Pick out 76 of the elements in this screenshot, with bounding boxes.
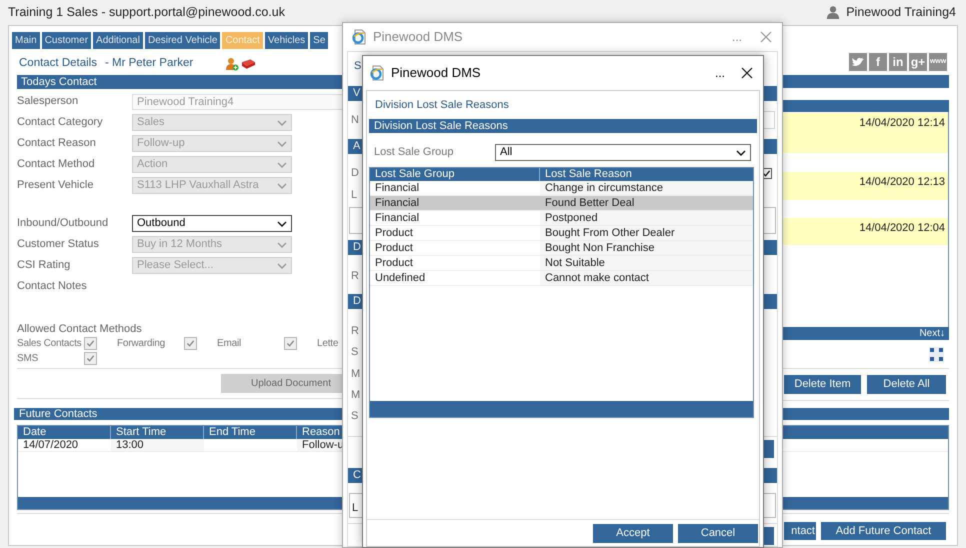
field-label: R	[350, 269, 359, 282]
field-label: Salesperson	[17, 94, 80, 110]
section-header: Division Lost Sale Reasons	[369, 119, 757, 133]
app-icon	[351, 29, 367, 45]
field-label: S	[350, 345, 358, 358]
user-icon	[826, 5, 840, 19]
social-link[interactable]: f	[869, 53, 887, 71]
field-label: N	[350, 112, 359, 128]
window-title: Training 1 Sales - support.portal@pinewood.co.uk	[8, 4, 285, 21]
note-button[interactable]: Delete All	[867, 375, 946, 394]
caret-icon	[277, 220, 287, 226]
field-label: Contact Notes	[17, 279, 88, 294]
social-link[interactable]: g+	[909, 53, 927, 71]
note-timestamp: 14/04/2020 12:13	[859, 175, 945, 190]
caret-icon	[277, 140, 287, 146]
expand-icon	[929, 347, 944, 362]
field-label: D	[350, 166, 359, 181]
field-label: Contact Category	[17, 115, 104, 130]
action-button[interactable]: Add Future Contact	[821, 522, 946, 540]
field-label: Customer Status	[17, 237, 100, 252]
tab[interactable]: Vehicles	[264, 32, 308, 49]
tab[interactable]: Main	[12, 32, 40, 49]
close-icon	[741, 67, 753, 79]
user-name: Pinewood Training4	[846, 4, 956, 21]
dialog-title: Pinewood DMS	[373, 28, 463, 46]
caret-icon	[736, 150, 746, 156]
field-label: R	[350, 324, 359, 337]
action-button[interactable]: ntact	[784, 522, 816, 540]
caret-icon	[277, 242, 287, 248]
dialog-button[interactable]: Accept	[593, 524, 673, 542]
person-add-icon	[225, 57, 240, 71]
field-label: Contact Reason	[17, 136, 97, 152]
link[interactable]: S	[348, 58, 362, 72]
dialog-button[interactable]: Cancel	[678, 524, 758, 542]
social-link[interactable]: in	[889, 53, 907, 71]
field-label: CSI Rating	[17, 258, 72, 274]
field-label: Present Vehicle	[17, 178, 94, 194]
note-timestamp: 14/04/2020 12:14	[859, 116, 945, 131]
checkbox[interactable]	[84, 337, 97, 350]
dropdown[interactable]: Outbound	[132, 215, 292, 232]
checkbox-label: Forwarding	[117, 337, 166, 351]
note-button[interactable]: Delete Item	[784, 375, 861, 394]
caret-icon	[277, 120, 287, 126]
tab[interactable]: Se	[310, 32, 328, 49]
tab[interactable]: Desired Vehicle	[144, 32, 220, 49]
checkbox-label: Lette	[317, 337, 338, 351]
caret-icon	[277, 162, 287, 168]
dropdown[interactable]: All	[495, 144, 751, 161]
field-label: Inbound/Outbound	[17, 216, 110, 232]
app-icon	[369, 65, 385, 81]
checkbox[interactable]	[184, 337, 197, 350]
close-icon	[760, 31, 772, 43]
caret-icon	[277, 262, 287, 268]
column-header: Lost Sale Reason	[544, 168, 633, 181]
field-label: L	[350, 188, 358, 201]
table-cell: 13:00	[111, 439, 204, 451]
customer-name: - Mr Peter Parker	[104, 56, 194, 72]
next-link[interactable]: Next↓	[919, 327, 945, 340]
book-icon	[241, 58, 256, 70]
field-label: Contact Method	[17, 157, 96, 172]
caret-icon	[277, 182, 287, 188]
bird-icon	[849, 53, 867, 71]
checkbox[interactable]	[284, 337, 297, 350]
checkbox-label: Email	[217, 337, 242, 351]
tab[interactable]: Additional	[93, 32, 143, 49]
section-label: Allowed Contact Methods	[17, 322, 142, 335]
more-button[interactable]: ...	[732, 28, 742, 46]
contact-details-link[interactable]: Contact Details	[19, 55, 97, 73]
more-button[interactable]: ...	[714, 64, 725, 82]
note-timestamp: 14/04/2020 12:04	[859, 221, 945, 236]
checkbox-label: Sales Contacts	[17, 337, 82, 351]
table-row[interactable]: Financial Found Better Deal	[370, 196, 753, 211]
checkbox-label: SMS	[17, 352, 40, 366]
tab[interactable]: Customer	[42, 32, 92, 49]
checkbox[interactable]	[84, 352, 97, 365]
field-label: S	[350, 409, 358, 422]
